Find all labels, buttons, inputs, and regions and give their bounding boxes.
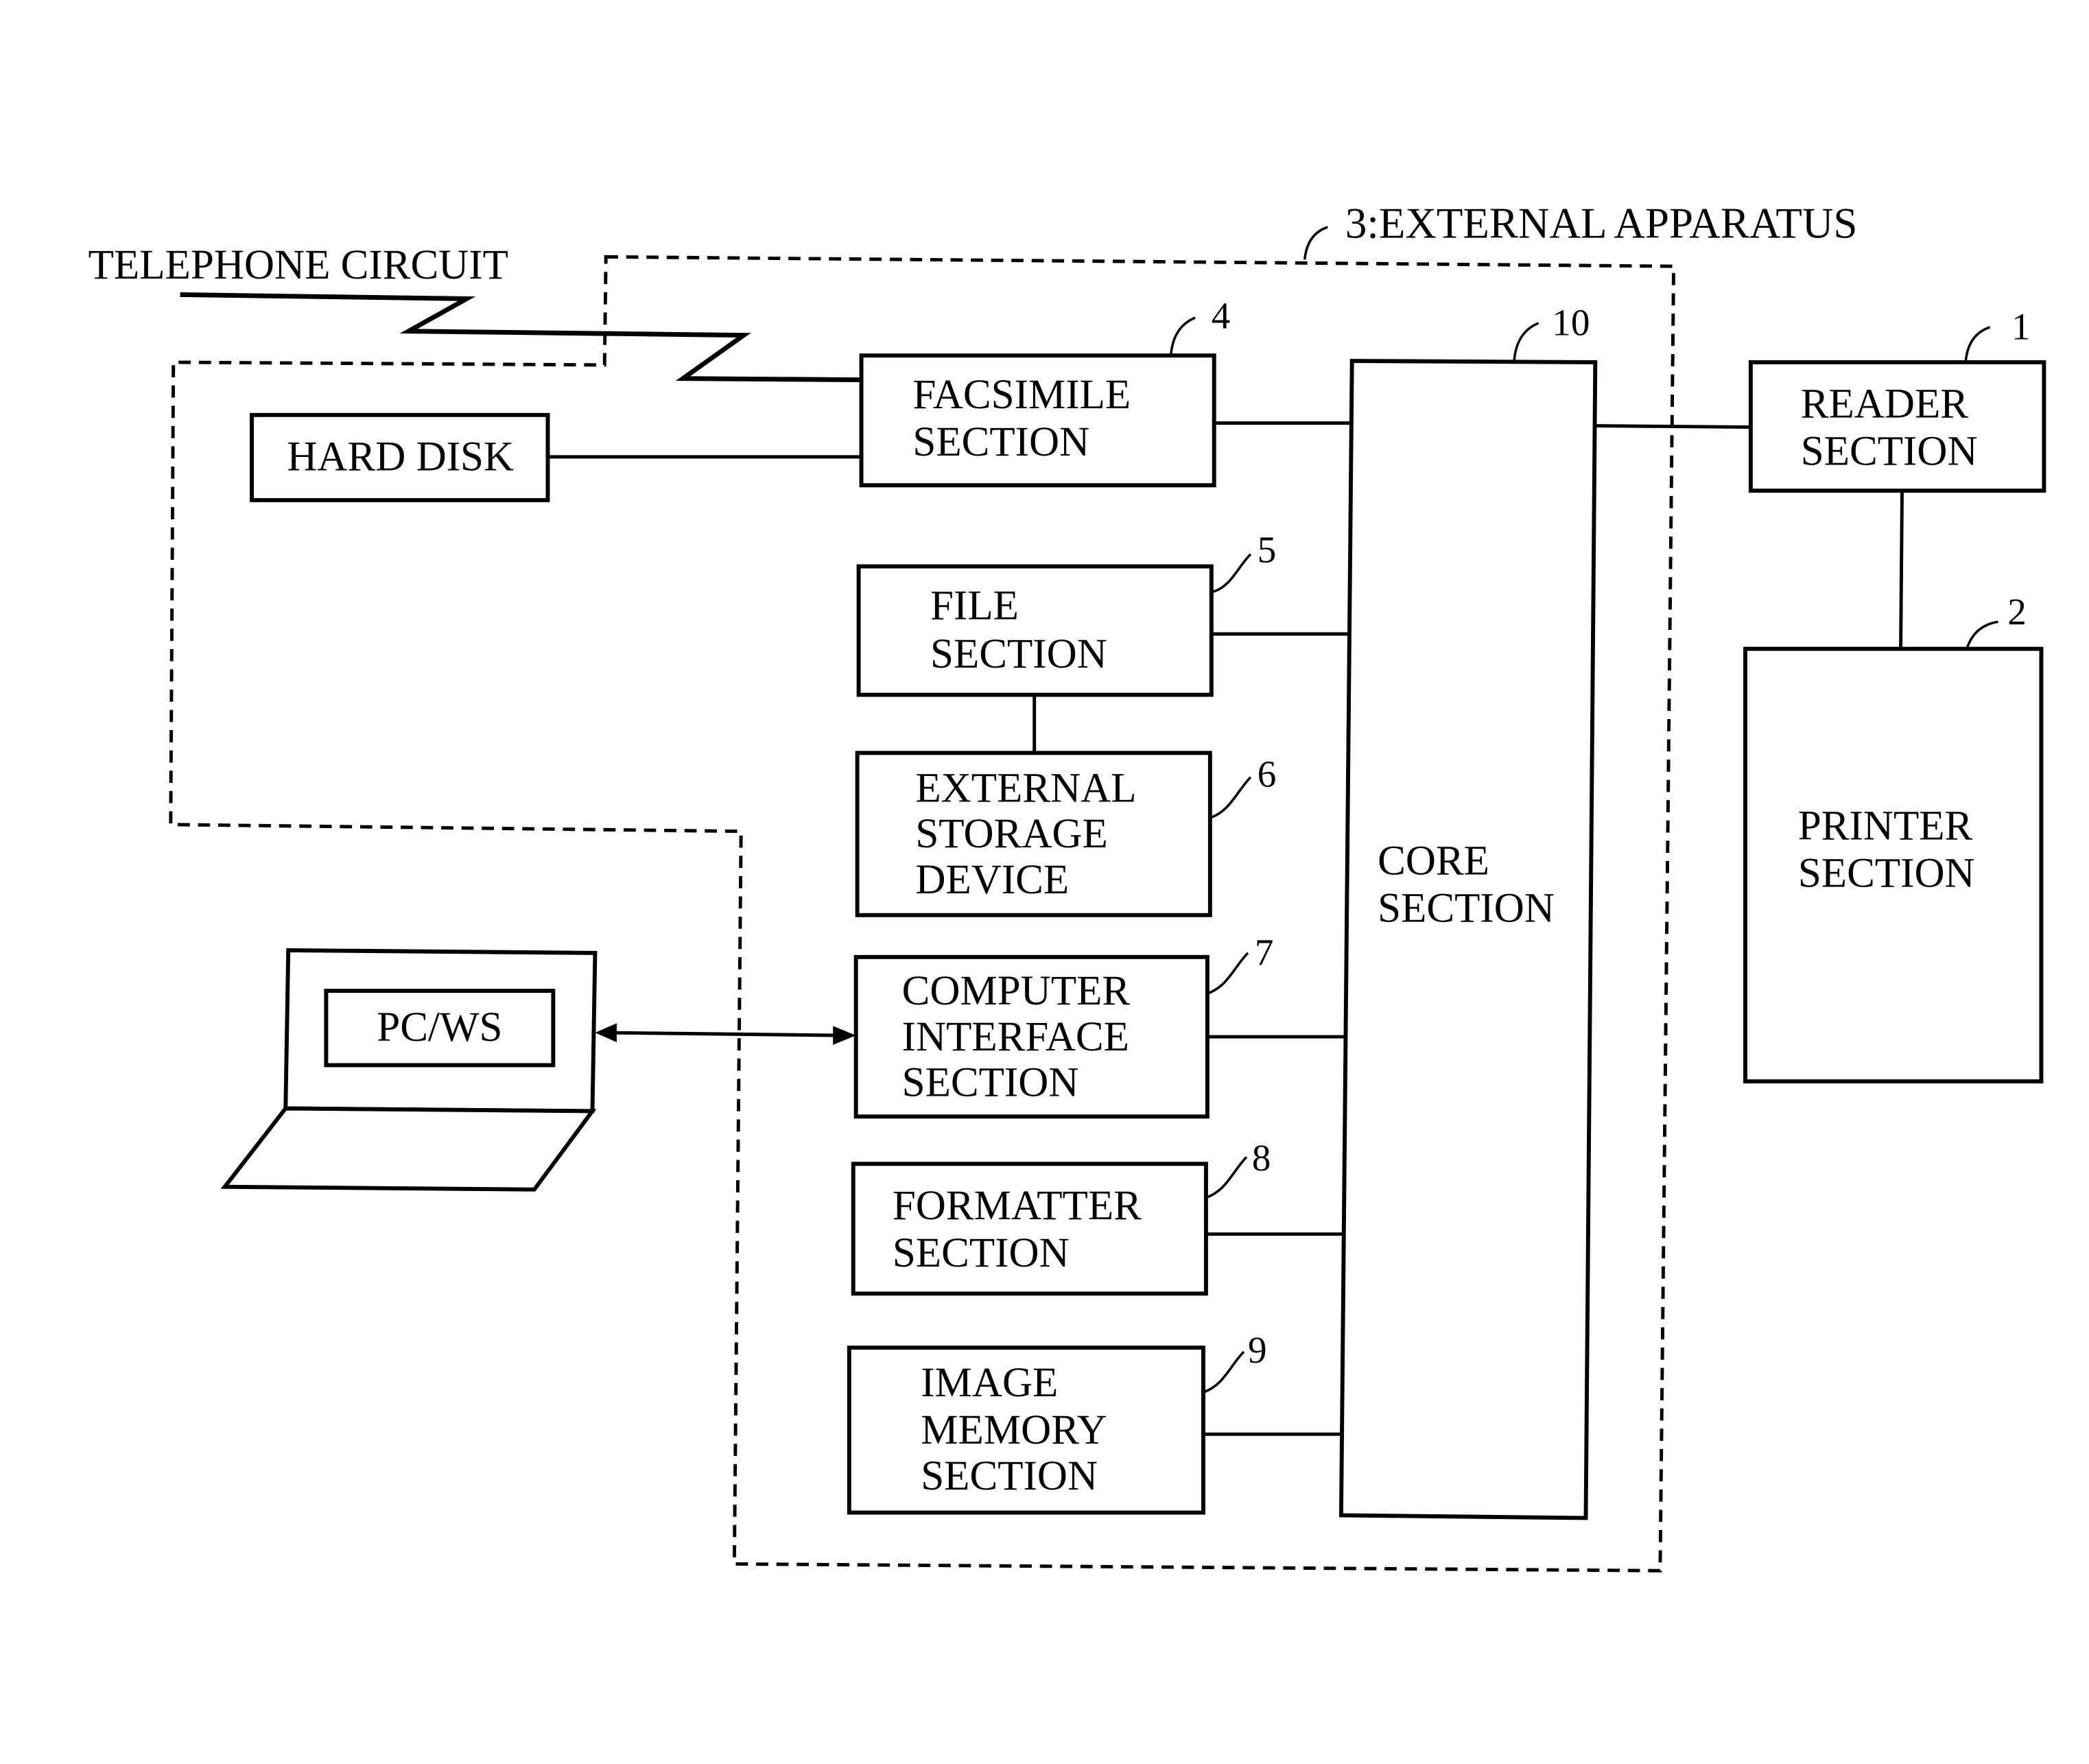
image-memory-label-line-3: SECTION [921,1453,1098,1499]
facsimile-section-block: FACSIMILE SECTION [859,353,1216,488]
laptop-keyboard [220,1106,597,1192]
reader-label-line-1: READER [1801,381,1969,427]
hard-disk-block: HARD DISK [250,412,550,502]
computer-interface-ref-number: 7 [1255,932,1274,974]
reader-leader [1964,326,1991,363]
arrowhead-right-icon [833,1026,856,1045]
external-storage-ref-number: 6 [1258,753,1277,795]
core-leader [1513,322,1539,362]
core-to-reader [1595,424,1751,430]
file-section-block: FILE SECTION [856,564,1214,697]
file-label-line-2: SECTION [930,631,1107,677]
file-leader [1211,553,1252,593]
facsimile-ref-number: 4 [1212,295,1231,337]
printer-label-line-2: SECTION [1798,850,1975,896]
computer-interface-label-line-2: INTERFACE [902,1014,1129,1060]
core-label-line-2: SECTION [1378,886,1555,932]
pcws-laptop: PC/WS [220,948,598,1192]
formatter-label-line-1: FORMATTER [893,1183,1142,1229]
reader-section-block: READER SECTION [1748,360,2046,493]
core-label-line-1: CORE [1378,838,1489,884]
image-memory-ref-number: 9 [1248,1329,1267,1371]
facsimile-leader [1169,316,1196,356]
external-storage-leader [1209,776,1252,819]
image-memory-leader [1203,1350,1245,1393]
pcws-to-computer-interface [611,1031,842,1037]
printer-leader [1966,620,1998,650]
facsimile-label-line-2: SECTION [912,419,1089,465]
reader-to-printer [1899,491,1904,649]
arrowhead-left-icon [595,1023,617,1042]
image-memory-section-block: IMAGE MEMORY SECTION [847,1345,1205,1515]
file-ref-number: 5 [1258,529,1277,571]
facsimile-label-line-1: FACSIMILE [912,372,1131,418]
computer-interface-leader [1207,952,1249,995]
external-storage-label-line-2: STORAGE [915,811,1107,857]
computer-interface-section-block: COMPUTER INTERFACE SECTION [853,954,1209,1119]
telephone-circuit-line [180,292,860,383]
block-diagram: 3:EXTERNAL APPARATUS TELEPHONE CIRCUIT H… [88,200,2046,1573]
formatter-section-block: FORMATTER SECTION [851,1162,1208,1296]
printer-section-block: PRINTER SECTION [1743,646,2044,1084]
formatter-label-line-2: SECTION [893,1230,1070,1276]
file-label-line-1: FILE [930,583,1019,628]
computer-interface-label-line-3: SECTION [902,1060,1079,1106]
telephone-circuit-label: TELEPHONE CIRCUIT [88,242,508,288]
external-storage-label-line-3: DEVICE [915,857,1069,903]
core-ref-number: 10 [1552,302,1590,344]
reader-label-line-2: SECTION [1801,429,1978,475]
external-storage-device-block: EXTERNAL STORAGE DEVICE [855,751,1212,917]
pcws-label: PC/WS [377,1004,502,1050]
image-memory-label-line-1: IMAGE [921,1360,1058,1406]
formatter-ref-number: 8 [1252,1137,1271,1179]
external-apparatus-label: 3:EXTERNAL APPARATUS [1345,200,1858,248]
core-section-block: CORE SECTION [1338,359,1598,1520]
external-apparatus-leader [1303,226,1328,260]
printer-label-line-1: PRINTER [1798,803,1973,849]
reader-ref-number: 1 [2011,305,2031,347]
hard-disk-label: HARD DISK [287,434,514,480]
image-memory-label-line-2: MEMORY [921,1407,1107,1453]
computer-interface-label-line-1: COMPUTER [902,968,1131,1014]
printer-ref-number: 2 [2007,591,2027,633]
formatter-leader [1205,1156,1248,1199]
external-storage-label-line-1: EXTERNAL [915,765,1136,811]
